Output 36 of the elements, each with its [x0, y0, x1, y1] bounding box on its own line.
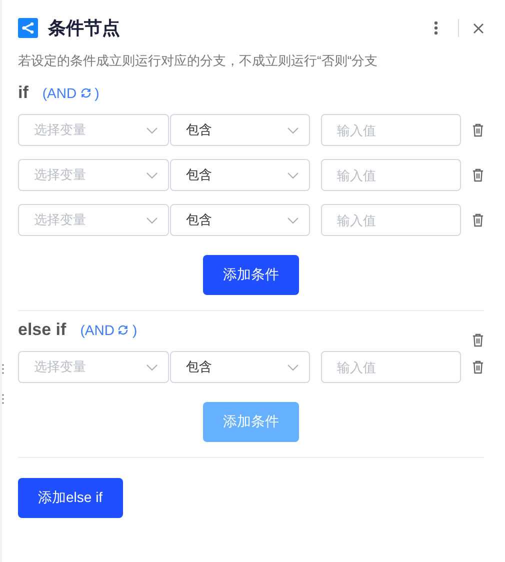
operator-select[interactable]: 包含 — [170, 159, 310, 191]
value-input[interactable]: 输入值 — [321, 351, 461, 383]
drag-handle-icon — [2, 364, 4, 374]
operator-select[interactable]: 包含 — [170, 114, 310, 146]
chevron-down-icon — [287, 364, 299, 370]
logic-toggle[interactable]: (AND ) — [42, 85, 100, 101]
value-input[interactable]: 输入值 — [321, 114, 461, 146]
branch-label: else if — [18, 320, 66, 340]
branch-icon — [18, 18, 38, 38]
more-icon[interactable] — [434, 21, 438, 35]
operator-select[interactable]: 包含 — [170, 351, 310, 383]
chevron-down-icon — [287, 216, 299, 224]
operator-select[interactable]: 包含 — [170, 204, 310, 236]
delete-icon[interactable] — [472, 333, 484, 347]
chevron-down-icon — [287, 172, 299, 178]
value-input[interactable]: 输入值 — [321, 159, 461, 191]
panel-title: 条件节点 — [48, 17, 120, 40]
delete-icon[interactable] — [472, 123, 484, 137]
value-input[interactable]: 输入值 — [321, 204, 461, 236]
chevron-down-icon — [146, 126, 158, 134]
close-icon[interactable] — [473, 22, 484, 34]
branch-label: if — [18, 83, 28, 103]
drag-handle-icon — [2, 394, 4, 404]
refresh-icon — [80, 87, 92, 99]
description-text: 若设定的条件成立则运行对应的分支，不成立则运行“否则“分支 — [18, 52, 379, 70]
chevron-down-icon — [146, 364, 158, 370]
delete-icon[interactable] — [472, 213, 484, 227]
chevron-down-icon — [146, 216, 158, 224]
logic-toggle[interactable]: (AND ) — [80, 322, 138, 338]
add-condition-button[interactable]: 添加条件 — [203, 255, 299, 295]
add-else-if-button[interactable]: 添加else if — [18, 478, 123, 518]
delete-icon[interactable] — [472, 360, 484, 374]
chevron-down-icon — [287, 126, 299, 134]
refresh-icon — [117, 324, 130, 336]
chevron-down-icon — [146, 172, 158, 178]
delete-icon[interactable] — [472, 168, 484, 182]
